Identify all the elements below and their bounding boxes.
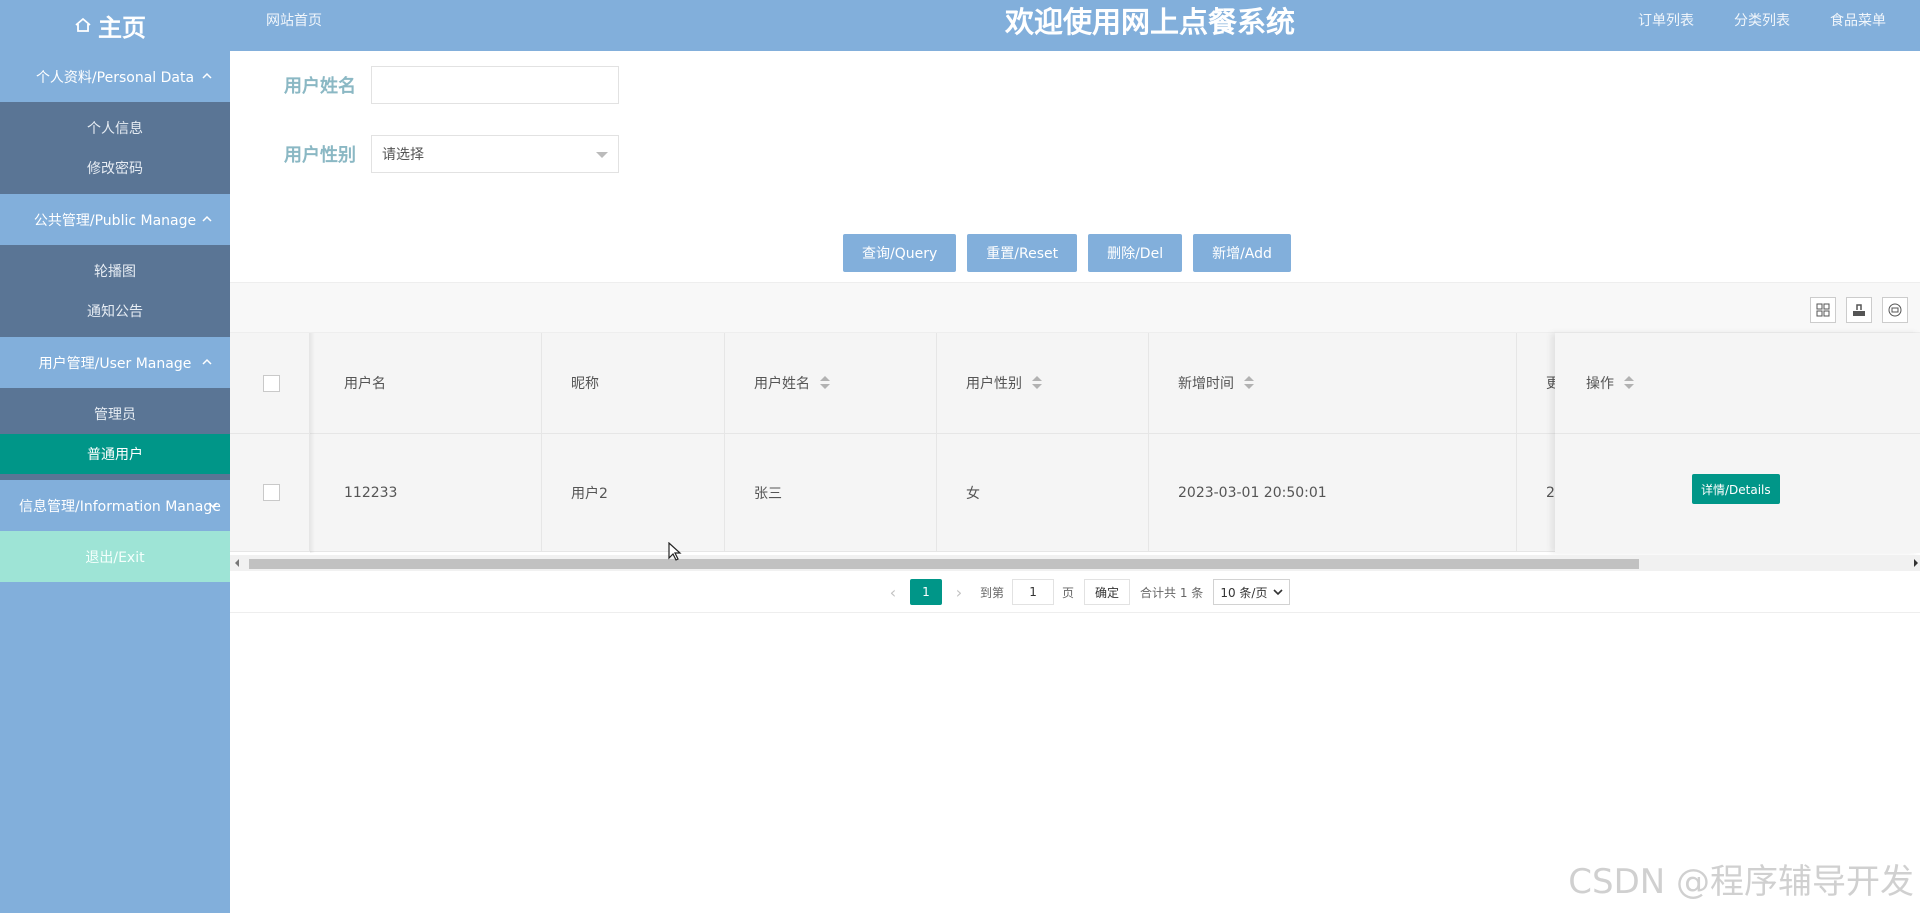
sidebar-item-normal-user[interactable]: 普通用户 (0, 434, 230, 474)
col-nickname-label: 昵称 (571, 376, 599, 392)
menu-group-label: 用户管理/User Manage (38, 355, 192, 372)
export-icon (1853, 304, 1865, 316)
col-gender-label: 用户性别 (966, 376, 1022, 392)
menu-group-user[interactable]: 用户管理/User Manage (0, 337, 230, 388)
fixed-column-shadow (310, 333, 315, 553)
scroll-right-icon[interactable] (1914, 559, 1918, 567)
sort-icon[interactable] (1244, 376, 1254, 390)
reset-button[interactable]: 重置/Reset (967, 234, 1078, 272)
chevron-up-icon (202, 72, 212, 79)
menu-group-personal[interactable]: 个人资料/Personal Data (0, 51, 230, 102)
sort-icon[interactable] (820, 376, 830, 390)
main-content: 用户姓名 用户性别 请选择 查询/Query 重置/Reset 删除/Del 新… (230, 51, 1920, 913)
nav-category-list[interactable]: 分类列表 (1734, 12, 1790, 30)
add-button[interactable]: 新增/Add (1193, 234, 1291, 272)
row-checkbox[interactable] (263, 484, 280, 501)
scroll-thumb[interactable] (249, 559, 1639, 569)
watermark: CSDN @程序辅导开发 (1568, 862, 1914, 902)
columns-filter-button[interactable] (1810, 297, 1836, 323)
goto-input[interactable]: 1 (1012, 579, 1055, 605)
export-button[interactable] (1846, 297, 1872, 323)
caret-down-icon (596, 152, 608, 158)
page-size-select[interactable]: 10 条/页 (1213, 579, 1291, 605)
gender-select-value: 请选择 (382, 147, 424, 163)
menu-group-label: 公共管理/Public Manage (33, 212, 197, 229)
page-unit: 页 (1062, 585, 1075, 600)
action-buttons: 查询/Query 重置/Reset 删除/Del 新增/Add (843, 234, 1291, 272)
next-page-icon[interactable]: › (946, 583, 972, 602)
submenu-personal: 个人信息 修改密码 (0, 102, 230, 194)
chevron-up-icon (202, 215, 212, 222)
cell-gender: 女 (937, 434, 1149, 551)
row-select-cell (230, 434, 310, 551)
name-input[interactable] (371, 66, 619, 104)
horizontal-scrollbar[interactable] (230, 555, 1920, 571)
col-realname[interactable]: 用户姓名 (725, 333, 937, 433)
print-button[interactable] (1882, 297, 1908, 323)
menu-group-public[interactable]: 公共管理/Public Manage (0, 194, 230, 245)
col-created-label: 新增时间 (1178, 376, 1234, 392)
delete-button[interactable]: 删除/Del (1088, 234, 1183, 272)
sidebar-item-notice[interactable]: 通知公告 (0, 291, 230, 331)
col-username: 用户名 (315, 333, 542, 433)
chevron-up-icon (202, 358, 212, 365)
select-all-cell (230, 333, 310, 433)
submenu-user: 管理员 普通用户 (0, 388, 230, 480)
cell-created: 2023-03-01 20:50:01 (1149, 434, 1517, 551)
sidebar-item-carousel[interactable]: 轮播图 (0, 251, 230, 291)
search-name-row: 用户姓名 (284, 66, 619, 104)
gender-label: 用户性别 (284, 145, 356, 166)
col-action[interactable]: 操作 (1555, 333, 1920, 434)
menu-group-label: 信息管理/Information Manage (19, 498, 221, 515)
nav-food-menu[interactable]: 食品菜单 (1830, 12, 1886, 30)
prev-page-icon[interactable]: ‹ (880, 583, 906, 602)
col-action-label: 操作 (1586, 376, 1614, 392)
grid-icon (1816, 303, 1830, 317)
page-size-value: 10 条/页 (1220, 585, 1268, 600)
select-all-checkbox[interactable] (263, 374, 280, 392)
col-nickname: 昵称 (542, 333, 725, 433)
col-gender[interactable]: 用户性别 (937, 333, 1149, 433)
pager-divider (230, 612, 1920, 613)
sidebar-exit[interactable]: 退出/Exit (0, 531, 230, 582)
col-created[interactable]: 新增时间 (1149, 333, 1517, 433)
search-gender-row: 用户性别 请选择 (284, 135, 619, 173)
col-username-label: 用户名 (344, 376, 386, 392)
sidebar-item-profile[interactable]: 个人信息 (0, 108, 230, 148)
menu-group-label: 个人资料/Personal Data (35, 69, 195, 86)
goto-confirm-button[interactable]: 确定 (1084, 579, 1131, 605)
table-toolbar (230, 282, 1920, 333)
action-cell: 详情/Details (1555, 434, 1920, 552)
goto-label: 到第 (980, 585, 1005, 600)
pagination: ‹ 1 › 到第 1 页 确定 合计共 1 条 10 条/页 (880, 579, 1291, 605)
sidebar-item-change-password[interactable]: 修改密码 (0, 148, 230, 188)
gender-select[interactable]: 请选择 (371, 135, 619, 173)
total-count: 合计共 1 条 (1140, 585, 1204, 600)
fixed-action-column: 操作 详情/Details (1555, 333, 1920, 553)
details-button[interactable]: 详情/Details (1692, 474, 1780, 504)
sidebar-item-admin[interactable]: 管理员 (0, 394, 230, 434)
col-realname-label: 用户姓名 (754, 376, 810, 392)
sort-icon[interactable] (1624, 376, 1634, 390)
submenu-public: 轮播图 通知公告 (0, 245, 230, 337)
cell-username: 112233 (315, 434, 542, 551)
print-icon (1888, 303, 1902, 317)
sidebar: 个人资料/Personal Data 个人信息 修改密码 公共管理/Public… (0, 51, 230, 913)
top-nav: 订单列表 分类列表 食品菜单 (1638, 12, 1886, 30)
scroll-left-icon[interactable] (235, 559, 239, 567)
site-title: 欢迎使用网上点餐系统 (1004, 5, 1295, 39)
user-table: 用户名 昵称 用户姓名 用户性别 新增时间 更 112233 用户2 张三 女 … (230, 333, 1920, 553)
chevron-down-icon (1273, 589, 1284, 596)
name-label: 用户姓名 (284, 76, 356, 97)
cell-realname: 张三 (725, 434, 937, 551)
chevron-down-icon (208, 502, 218, 509)
cell-nickname: 用户2 (542, 434, 725, 551)
menu-group-information[interactable]: 信息管理/Information Manage (0, 480, 230, 531)
mouse-cursor-icon (668, 542, 682, 561)
top-bar: 主页 网站首页 欢迎使用网上点餐系统 订单列表 分类列表 食品菜单 (0, 0, 1920, 51)
page-current[interactable]: 1 (910, 579, 942, 605)
sort-icon[interactable] (1032, 376, 1042, 390)
query-button[interactable]: 查询/Query (843, 234, 957, 272)
nav-order-list[interactable]: 订单列表 (1638, 12, 1694, 30)
